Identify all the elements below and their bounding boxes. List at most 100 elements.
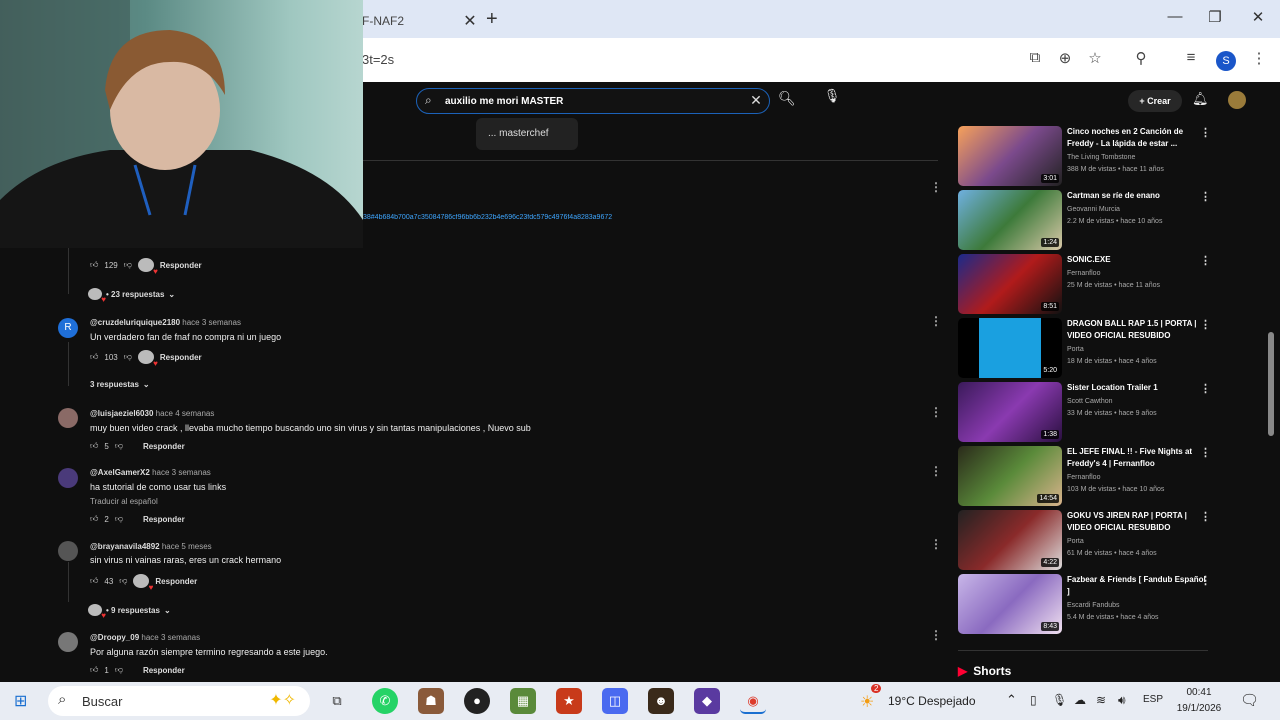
- video-channel[interactable]: Fernanfloo: [1067, 474, 1100, 481]
- wifi-icon[interactable]: ≋: [1096, 693, 1106, 707]
- url-text[interactable]: 3t=2s: [362, 52, 394, 67]
- view-replies-button[interactable]: • 23 respuestas ⌄: [88, 288, 175, 304]
- chrome-icon[interactable]: ◉: [740, 688, 766, 714]
- taskbar-search[interactable]: ⌕ Buscar ✦✧: [48, 686, 310, 716]
- notifications-bell-icon[interactable]: 🔔︎: [1192, 91, 1209, 107]
- video-thumbnail[interactable]: 8:51: [958, 254, 1062, 314]
- shorts-section-title[interactable]: ▶ Shorts: [958, 664, 1011, 678]
- view-replies-button[interactable]: • 9 respuestas ⌄: [88, 604, 171, 620]
- account-avatar[interactable]: [1228, 91, 1246, 109]
- video-title[interactable]: EL JEFE FINAL !! - Five Nights at Freddy…: [1067, 446, 1207, 470]
- clear-search-icon[interactable]: ✕: [747, 92, 765, 109]
- comment-more-icon[interactable]: ⋮: [930, 314, 942, 328]
- media-control-icon[interactable]: ≡: [1180, 49, 1202, 66]
- video-more-icon[interactable]: ⋮: [1200, 254, 1211, 267]
- profile-avatar[interactable]: S: [1216, 51, 1236, 71]
- video-more-icon[interactable]: ⋮: [1200, 318, 1211, 331]
- comment-time[interactable]: hace 3 semanas: [182, 318, 241, 327]
- video-channel[interactable]: Geovanni Murcia: [1067, 206, 1120, 213]
- comment-time[interactable]: hace 5 meses: [162, 542, 212, 551]
- description-more-icon[interactable]: ⋮: [930, 180, 942, 194]
- like-icon[interactable]: 👍︎: [90, 441, 98, 451]
- comment-author[interactable]: @AxelGamerX2: [90, 468, 150, 477]
- dislike-icon[interactable]: 👎︎: [124, 352, 132, 362]
- recommended-video[interactable]: 5:20 DRAGON BALL RAP 1.5 | PORTA | VIDEO…: [958, 318, 1258, 378]
- scrollbar-thumb[interactable]: [1268, 332, 1274, 436]
- like-icon[interactable]: 👍︎: [90, 514, 98, 524]
- video-channel[interactable]: The Living Tombstone: [1067, 154, 1135, 161]
- mic-tray-icon[interactable]: 🎙︎: [1052, 693, 1067, 707]
- video-thumbnail[interactable]: 3:01: [958, 126, 1062, 186]
- install-app-icon[interactable]: ⧉: [1024, 49, 1046, 66]
- new-tab-icon[interactable]: +: [486, 8, 498, 31]
- like-icon[interactable]: 👍︎: [90, 352, 98, 362]
- reply-button[interactable]: Responder: [160, 261, 202, 270]
- video-more-icon[interactable]: ⋮: [1200, 510, 1211, 523]
- reply-button[interactable]: Responder: [155, 577, 197, 586]
- dislike-icon[interactable]: 👎︎: [115, 441, 123, 451]
- recommended-video[interactable]: 1:38 Sister Location Trailer 1 Scott Caw…: [958, 382, 1258, 442]
- game-launcher-icon[interactable]: ★: [556, 688, 582, 714]
- search-button-icon[interactable]: 🔍︎: [778, 90, 796, 107]
- video-more-icon[interactable]: ⋮: [1200, 190, 1211, 203]
- dislike-icon[interactable]: 👎︎: [115, 665, 123, 675]
- description-link[interactable]: 38#4b684b700a7c35084786cf96bb6b232b4e696…: [363, 214, 693, 221]
- video-more-icon[interactable]: ⋮: [1200, 574, 1211, 587]
- recommended-video[interactable]: 3:01 Cinco noches en 2 Canción de Freddy…: [958, 126, 1258, 186]
- video-title[interactable]: Sister Location Trailer 1: [1067, 382, 1207, 394]
- like-icon[interactable]: 👍︎: [90, 665, 98, 675]
- like-icon[interactable]: 👍︎: [90, 260, 98, 270]
- comment-more-icon[interactable]: ⋮: [930, 464, 942, 478]
- video-title[interactable]: Cinco noches en 2 Canción de Freddy - La…: [1067, 126, 1207, 150]
- zoom-icon[interactable]: ⊕: [1054, 49, 1076, 67]
- game-app-icon[interactable]: ☗: [418, 688, 444, 714]
- video-thumbnail[interactable]: 14:54: [958, 446, 1062, 506]
- avatar[interactable]: [58, 468, 78, 488]
- create-button[interactable]: + Crear: [1128, 90, 1182, 112]
- extensions-icon[interactable]: ⚲: [1130, 49, 1152, 67]
- game-app-2-icon[interactable]: ◆: [694, 688, 720, 714]
- video-thumbnail[interactable]: 1:38: [958, 382, 1062, 442]
- fnaf-game-icon[interactable]: ☻: [648, 688, 674, 714]
- video-more-icon[interactable]: ⋮: [1200, 446, 1211, 459]
- comment-time[interactable]: hace 4 semanas: [156, 409, 215, 418]
- whatsapp-icon[interactable]: ✆: [372, 688, 398, 714]
- chevron-up-icon[interactable]: ⌃: [1006, 692, 1017, 708]
- video-thumbnail[interactable]: 8:43: [958, 574, 1062, 634]
- language-indicator[interactable]: ESP: [1143, 694, 1163, 705]
- video-more-icon[interactable]: ⋮: [1200, 382, 1211, 395]
- video-thumbnail[interactable]: 4:22: [958, 510, 1062, 570]
- dislike-icon[interactable]: 👎︎: [119, 576, 127, 586]
- translate-link[interactable]: Traducir al español: [90, 497, 158, 506]
- recommended-video[interactable]: 4:22 GOKU VS JIREN RAP | PORTA | VIDEO O…: [958, 510, 1258, 570]
- comment-time[interactable]: hace 3 semanas: [152, 468, 211, 477]
- view-replies-button[interactable]: 3 respuestas ⌄: [90, 380, 150, 389]
- comment-more-icon[interactable]: ⋮: [930, 405, 942, 419]
- video-channel[interactable]: Fernanfloo: [1067, 270, 1100, 277]
- video-more-icon[interactable]: ⋮: [1200, 126, 1211, 139]
- video-title[interactable]: GOKU VS JIREN RAP | PORTA | VIDEO OFICIA…: [1067, 510, 1207, 534]
- task-view-icon[interactable]: ⧉: [324, 688, 350, 714]
- reply-button[interactable]: Responder: [143, 442, 185, 451]
- clock-time[interactable]: 00:41: [1171, 687, 1227, 698]
- weather-icon[interactable]: ☀: [860, 692, 874, 712]
- volume-icon[interactable]: 🔊︎: [1118, 693, 1126, 708]
- chat-app-icon[interactable]: ◫: [602, 688, 628, 714]
- like-icon[interactable]: 👍︎: [90, 576, 98, 586]
- device-icon[interactable]: ▯: [1030, 693, 1037, 707]
- close-window-icon[interactable]: ✕: [1243, 8, 1273, 26]
- comment-author[interactable]: @luisjaeziel6030: [90, 409, 153, 418]
- video-title[interactable]: Cartman se ríe de enano: [1067, 190, 1207, 202]
- avatar[interactable]: [58, 541, 78, 561]
- video-channel[interactable]: Porta: [1067, 538, 1084, 545]
- video-channel[interactable]: Escardi Fandubs: [1067, 602, 1120, 609]
- video-title[interactable]: SONIC.EXE: [1067, 254, 1207, 266]
- browser-tab[interactable]: F-NAF2 ✕: [356, 4, 480, 38]
- avatar[interactable]: [58, 408, 78, 428]
- comment-more-icon[interactable]: ⋮: [930, 537, 942, 551]
- avatar[interactable]: [58, 632, 78, 652]
- dislike-icon[interactable]: 👎︎: [115, 514, 123, 524]
- video-channel[interactable]: Scott Cawthon: [1067, 398, 1113, 405]
- minecraft-icon[interactable]: ▦: [510, 688, 536, 714]
- reply-button[interactable]: Responder: [143, 666, 185, 675]
